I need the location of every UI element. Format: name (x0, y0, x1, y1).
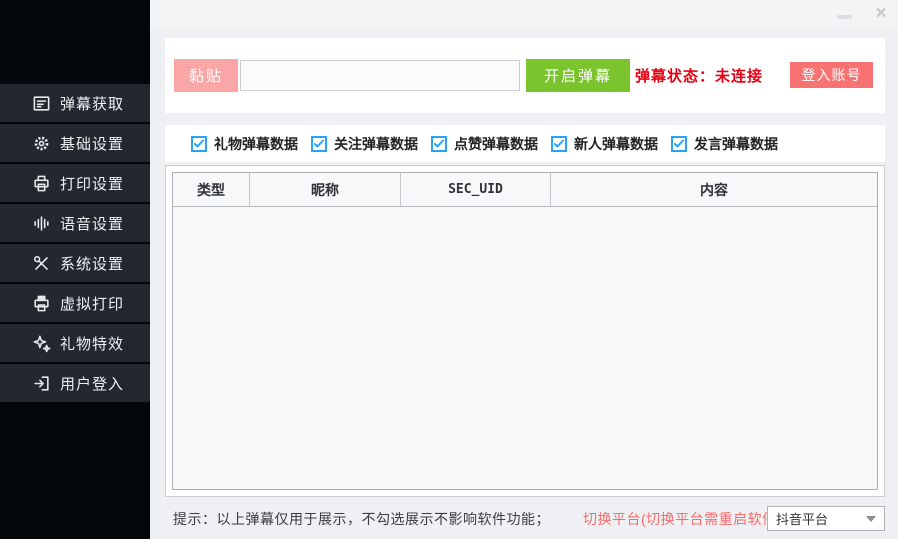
platform-dropdown-value: 抖音平台 (776, 509, 866, 528)
paste-button[interactable]: 黏贴 (174, 59, 238, 92)
gear-icon (31, 133, 51, 153)
sidebar-item-system-settings[interactable]: 系统设置 (0, 244, 150, 284)
printer-icon (31, 173, 51, 193)
checkbox-newcomer-danmaku[interactable]: 新人弹幕数据 (551, 125, 658, 162)
checkbox-like-danmaku[interactable]: 点赞弹幕数据 (431, 125, 538, 162)
sidebar-item-label: 基础设置 (60, 133, 124, 154)
sidebar-item-label: 系统设置 (60, 253, 124, 274)
checkbox-follow-danmaku[interactable]: 关注弹幕数据 (311, 125, 418, 162)
table-header-row: 类型 昵称 SEC_UID 内容 (173, 173, 877, 207)
sidebar-item-danmaku-fetch[interactable]: 弹幕获取 (0, 84, 150, 124)
sidebar-item-label: 虚拟打印 (60, 293, 124, 314)
danmaku-table: 类型 昵称 SEC_UID 内容 (172, 172, 878, 490)
tools-icon (31, 253, 51, 273)
switch-platform-link[interactable]: 切换平台(切换平台需重启软件) (583, 509, 782, 529)
login-account-button[interactable]: 登入账号 (790, 62, 873, 88)
checkbox-gift-danmaku[interactable]: 礼物弹幕数据 (191, 125, 298, 162)
column-header-type: 类型 (173, 173, 250, 206)
titlebar: × (150, 0, 898, 30)
column-header-content: 内容 (551, 173, 877, 206)
sidebar-item-voice-settings[interactable]: 语音设置 (0, 204, 150, 244)
sidebar-item-virtual-print[interactable]: 虚拟打印 (0, 284, 150, 324)
footer-tip-text: 提示：以上弹幕仅用于展示，不勾选展示不影响软件功能； (173, 509, 550, 529)
table-body-empty (173, 207, 877, 489)
platform-dropdown[interactable]: 抖音平台 (767, 506, 885, 531)
chevron-down-icon (866, 516, 876, 522)
sidebar-item-label: 打印设置 (60, 173, 124, 194)
toolbar-card: 黏贴 开启弹幕 弹幕状态：未连接 登入账号 (165, 38, 885, 113)
sidebar-item-print-settings[interactable]: 打印设置 (0, 164, 150, 204)
filter-label: 发言弹幕数据 (694, 134, 778, 154)
column-header-nickname: 昵称 (250, 173, 401, 206)
login-icon (31, 373, 51, 393)
main-area: × 黏贴 开启弹幕 弹幕状态：未连接 登入账号 礼物弹幕数据 关注弹幕数据 点赞… (150, 0, 898, 539)
filter-label: 关注弹幕数据 (334, 134, 418, 154)
close-icon[interactable]: × (870, 3, 892, 25)
sidebar-nav: 弹幕获取 基础设置 打印设置 语音设置 (0, 84, 150, 404)
checkbox-checked-icon[interactable] (431, 136, 447, 152)
gift-star-icon (31, 333, 51, 353)
filter-label: 点赞弹幕数据 (454, 134, 538, 154)
start-danmaku-button[interactable]: 开启弹幕 (526, 59, 630, 92)
danmaku-status-text: 弹幕状态：未连接 (635, 59, 763, 92)
checkbox-checked-icon[interactable] (191, 136, 207, 152)
room-url-input[interactable] (240, 60, 520, 91)
sidebar-item-basic-settings[interactable]: 基础设置 (0, 124, 150, 164)
sidebar-item-label: 语音设置 (60, 213, 124, 234)
danmaku-list-icon (31, 93, 51, 113)
filter-label: 新人弹幕数据 (574, 134, 658, 154)
sidebar-item-label: 弹幕获取 (60, 93, 124, 114)
checkbox-checked-icon[interactable] (311, 136, 327, 152)
filter-label: 礼物弹幕数据 (214, 134, 298, 154)
sidebar-item-label: 礼物特效 (60, 333, 124, 354)
sidebar-item-user-login[interactable]: 用户登入 (0, 364, 150, 404)
checkbox-chat-danmaku[interactable]: 发言弹幕数据 (671, 125, 778, 162)
column-header-sec-uid: SEC_UID (401, 173, 551, 206)
sidebar-item-label: 用户登入 (60, 373, 124, 394)
filters-card: 礼物弹幕数据 关注弹幕数据 点赞弹幕数据 新人弹幕数据 发言弹幕数据 (165, 125, 885, 162)
sidebar-item-gift-effects[interactable]: 礼物特效 (0, 324, 150, 364)
voice-wave-icon (31, 213, 51, 233)
virtual-printer-icon (31, 293, 51, 313)
sidebar: 弹幕获取 基础设置 打印设置 语音设置 (0, 0, 150, 539)
danmaku-table-panel: 类型 昵称 SEC_UID 内容 (165, 165, 885, 497)
checkbox-checked-icon[interactable] (551, 136, 567, 152)
checkbox-checked-icon[interactable] (671, 136, 687, 152)
minimize-icon[interactable] (837, 15, 852, 19)
